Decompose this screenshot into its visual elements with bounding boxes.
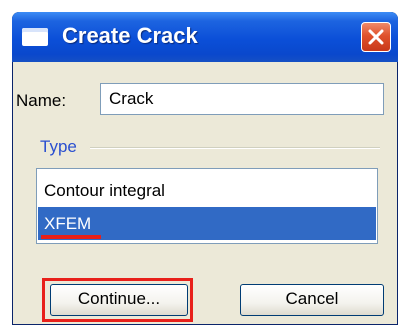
type-option-contour-integral[interactable]: Contour integral [38, 174, 376, 207]
type-list[interactable]: Contour integral XFEM [36, 168, 378, 244]
type-group-divider [90, 147, 380, 149]
title-bar[interactable]: Create Crack [12, 12, 398, 62]
window-icon [22, 28, 48, 46]
cancel-button[interactable]: Cancel [240, 284, 384, 316]
dialog-title: Create Crack [62, 23, 198, 48]
name-label: Name: [16, 91, 67, 110]
type-group-label: Type [40, 137, 77, 156]
continue-button[interactable]: Continue... [50, 284, 188, 316]
close-x-icon [368, 29, 384, 45]
close-button[interactable] [361, 22, 391, 52]
xfem-annotation-underline [41, 235, 101, 239]
name-input[interactable]: Crack [100, 83, 384, 115]
